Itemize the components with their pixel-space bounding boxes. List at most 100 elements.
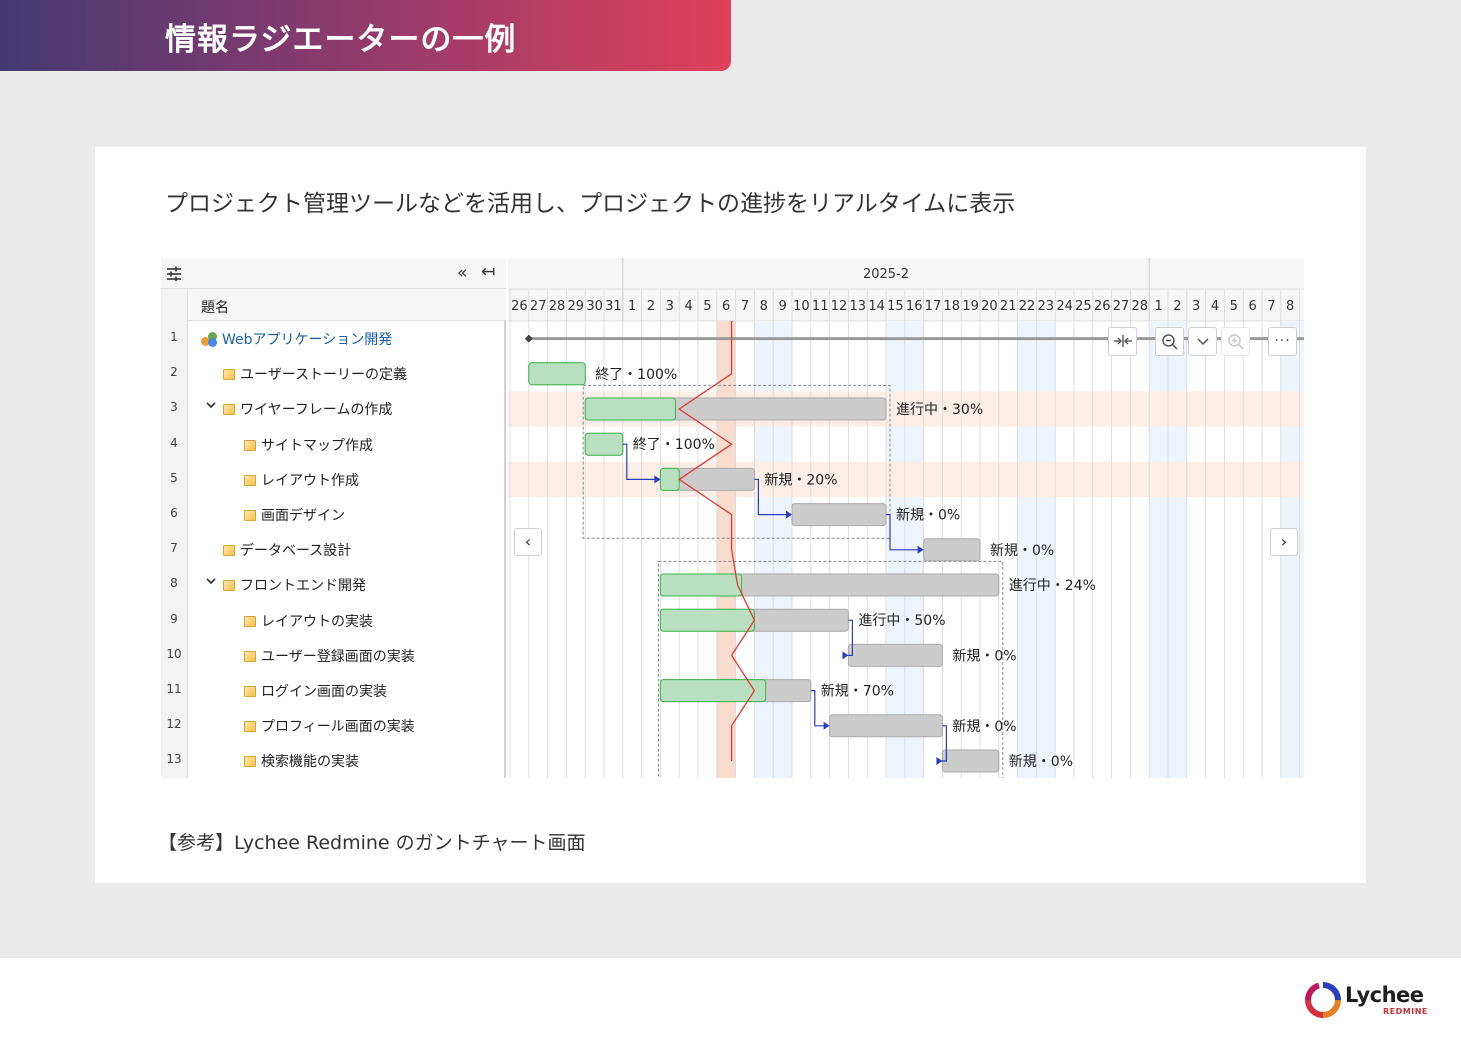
- day-label: 26: [511, 299, 528, 314]
- day-label: 2: [1173, 299, 1181, 314]
- task-status-label: 進行中・24%: [1009, 578, 1096, 594]
- task-bar-progress[interactable]: [528, 362, 586, 386]
- task-title[interactable]: ユーザー登録画面の実装: [244, 646, 415, 666]
- task-title-text: フロントエンド開発: [240, 578, 366, 595]
- task-title-text: サイトマップ作成: [261, 437, 373, 454]
- task-bar-progress[interactable]: [584, 432, 624, 456]
- zoom-dropdown-button[interactable]: [1188, 327, 1217, 356]
- row-number: 8: [170, 576, 178, 591]
- day-label: 30: [586, 299, 603, 314]
- month-label: 2025-2: [863, 267, 909, 282]
- task-bar[interactable]: [847, 643, 943, 667]
- task-status-label: 新規・0%: [990, 543, 1054, 559]
- task-title[interactable]: ログイン画面の実装: [244, 681, 387, 701]
- task-title[interactable]: レイアウト作成: [244, 470, 359, 490]
- task-row[interactable]: 1 Webアプリケーション開発: [161, 321, 506, 356]
- task-icon: [244, 756, 256, 768]
- task-title[interactable]: サイトマップ作成: [244, 435, 373, 455]
- collapse-all-icon[interactable]: «: [457, 263, 467, 283]
- task-title[interactable]: ワイヤーフレームの作成: [223, 399, 392, 419]
- day-label: 6: [1248, 299, 1256, 314]
- lychee-mark-icon: [1304, 982, 1341, 1018]
- task-row[interactable]: 9 レイアウトの実装: [161, 603, 506, 638]
- task-row[interactable]: 4 サイトマップ作成: [161, 427, 506, 462]
- row-number: 12: [166, 717, 182, 732]
- task-bar-progress[interactable]: [659, 573, 743, 597]
- shrink-pane-icon[interactable]: ↤: [481, 262, 495, 282]
- task-title[interactable]: ユーザーストーリーの定義: [223, 364, 407, 384]
- task-title[interactable]: 検索機能の実装: [244, 751, 359, 771]
- zoom-in-button[interactable]: [1221, 327, 1250, 356]
- task-row[interactable]: 2 ユーザーストーリーの定義: [161, 356, 506, 391]
- chevron-right-icon: ›: [1280, 532, 1288, 551]
- task-bar[interactable]: [791, 503, 887, 527]
- task-title-text: データベース設計: [240, 543, 352, 560]
- task-row[interactable]: 12 プロフィール画面の実装: [161, 708, 506, 743]
- task-bar-progress[interactable]: [659, 608, 755, 632]
- task-row[interactable]: 11 ログイン画面の実装: [161, 673, 506, 708]
- zoom-out-icon: [1161, 334, 1179, 355]
- task-icon: [223, 404, 235, 416]
- task-title-text: ログイン画面の実装: [261, 684, 387, 700]
- project-icon: [201, 332, 218, 347]
- day-label: 23: [1038, 299, 1055, 314]
- expand-chevron-icon[interactable]: [205, 399, 217, 413]
- task-title[interactable]: 画面デザイン: [244, 505, 345, 525]
- project-link[interactable]: Webアプリケーション開発: [201, 329, 392, 349]
- task-row[interactable]: 7 データベース設計: [161, 532, 506, 567]
- row-number: 10: [166, 646, 182, 661]
- task-icon: [223, 369, 235, 381]
- task-title[interactable]: プロフィール画面の実装: [244, 716, 415, 736]
- row-number: 9: [170, 611, 178, 626]
- logo-wordmark: Lychee: [1345, 983, 1424, 1007]
- chevron-left-icon: ‹: [524, 532, 532, 551]
- column-header-title[interactable]: 題名: [201, 297, 229, 317]
- task-status-label: 新規・0%: [896, 508, 960, 524]
- title-banner: 情報ラジエーターの一例: [0, 0, 731, 71]
- zoom-out-button[interactable]: [1155, 327, 1184, 356]
- task-bar[interactable]: [829, 714, 943, 738]
- scroll-right-button[interactable]: ›: [1270, 528, 1298, 556]
- more-options-button[interactable]: ···: [1268, 327, 1297, 356]
- task-icon: [244, 721, 256, 733]
- day-label: 25: [1075, 299, 1092, 314]
- day-label: 17: [925, 299, 942, 314]
- task-title[interactable]: データベース設計: [223, 540, 351, 560]
- day-label: 19: [962, 299, 979, 314]
- task-row[interactable]: 8 フロントエンド開発: [161, 567, 506, 602]
- day-label: 2: [647, 299, 655, 314]
- task-title-text: レイアウト作成: [261, 472, 359, 489]
- row-number: 11: [166, 682, 182, 696]
- settings-sliders-icon[interactable]: [165, 264, 183, 282]
- task-bar-progress[interactable]: [659, 467, 680, 491]
- fit-width-button[interactable]: [1108, 327, 1137, 356]
- day-label: 11: [812, 299, 829, 314]
- task-title[interactable]: レイアウトの実装: [244, 611, 373, 631]
- day-label: 3: [1192, 299, 1200, 314]
- task-status-label: 新規・70%: [821, 684, 894, 700]
- day-label: 6: [722, 299, 730, 314]
- task-row[interactable]: 10 ユーザー登録画面の実装: [161, 638, 506, 673]
- scroll-left-button[interactable]: ‹: [514, 528, 542, 556]
- task-title[interactable]: フロントエンド開発: [223, 575, 366, 595]
- day-label: 28: [1132, 299, 1149, 314]
- zoom-in-icon: [1227, 334, 1245, 355]
- task-title-text: ワイヤーフレームの作成: [240, 402, 393, 419]
- ellipsis-icon: ···: [1274, 333, 1291, 349]
- task-row[interactable]: 13 検索機能の実装: [161, 743, 506, 778]
- expand-chevron-icon[interactable]: [205, 575, 217, 589]
- task-bar[interactable]: [923, 538, 981, 562]
- task-bar-progress[interactable]: [584, 397, 676, 421]
- task-bar[interactable]: [941, 749, 1000, 773]
- gantt-timeline: 2025-2 26 27 28 29 30 31 1 2 3 4 5 6 7 8 9 10 11 12 13 14 15 1…: [508, 258, 1304, 778]
- task-row[interactable]: 5 レイアウト作成: [161, 462, 506, 497]
- row-number: 2: [170, 365, 178, 380]
- task-icon: [244, 439, 256, 451]
- day-label: 28: [549, 299, 566, 314]
- task-row[interactable]: 3 ワイヤーフレームの作成: [161, 391, 506, 426]
- row-number: 3: [170, 400, 178, 415]
- task-row[interactable]: 6 画面デザイン: [161, 497, 506, 532]
- task-status-label: 新規・0%: [952, 719, 1016, 735]
- dependency-arrowhead: [842, 651, 849, 660]
- day-label: 18: [944, 299, 961, 314]
